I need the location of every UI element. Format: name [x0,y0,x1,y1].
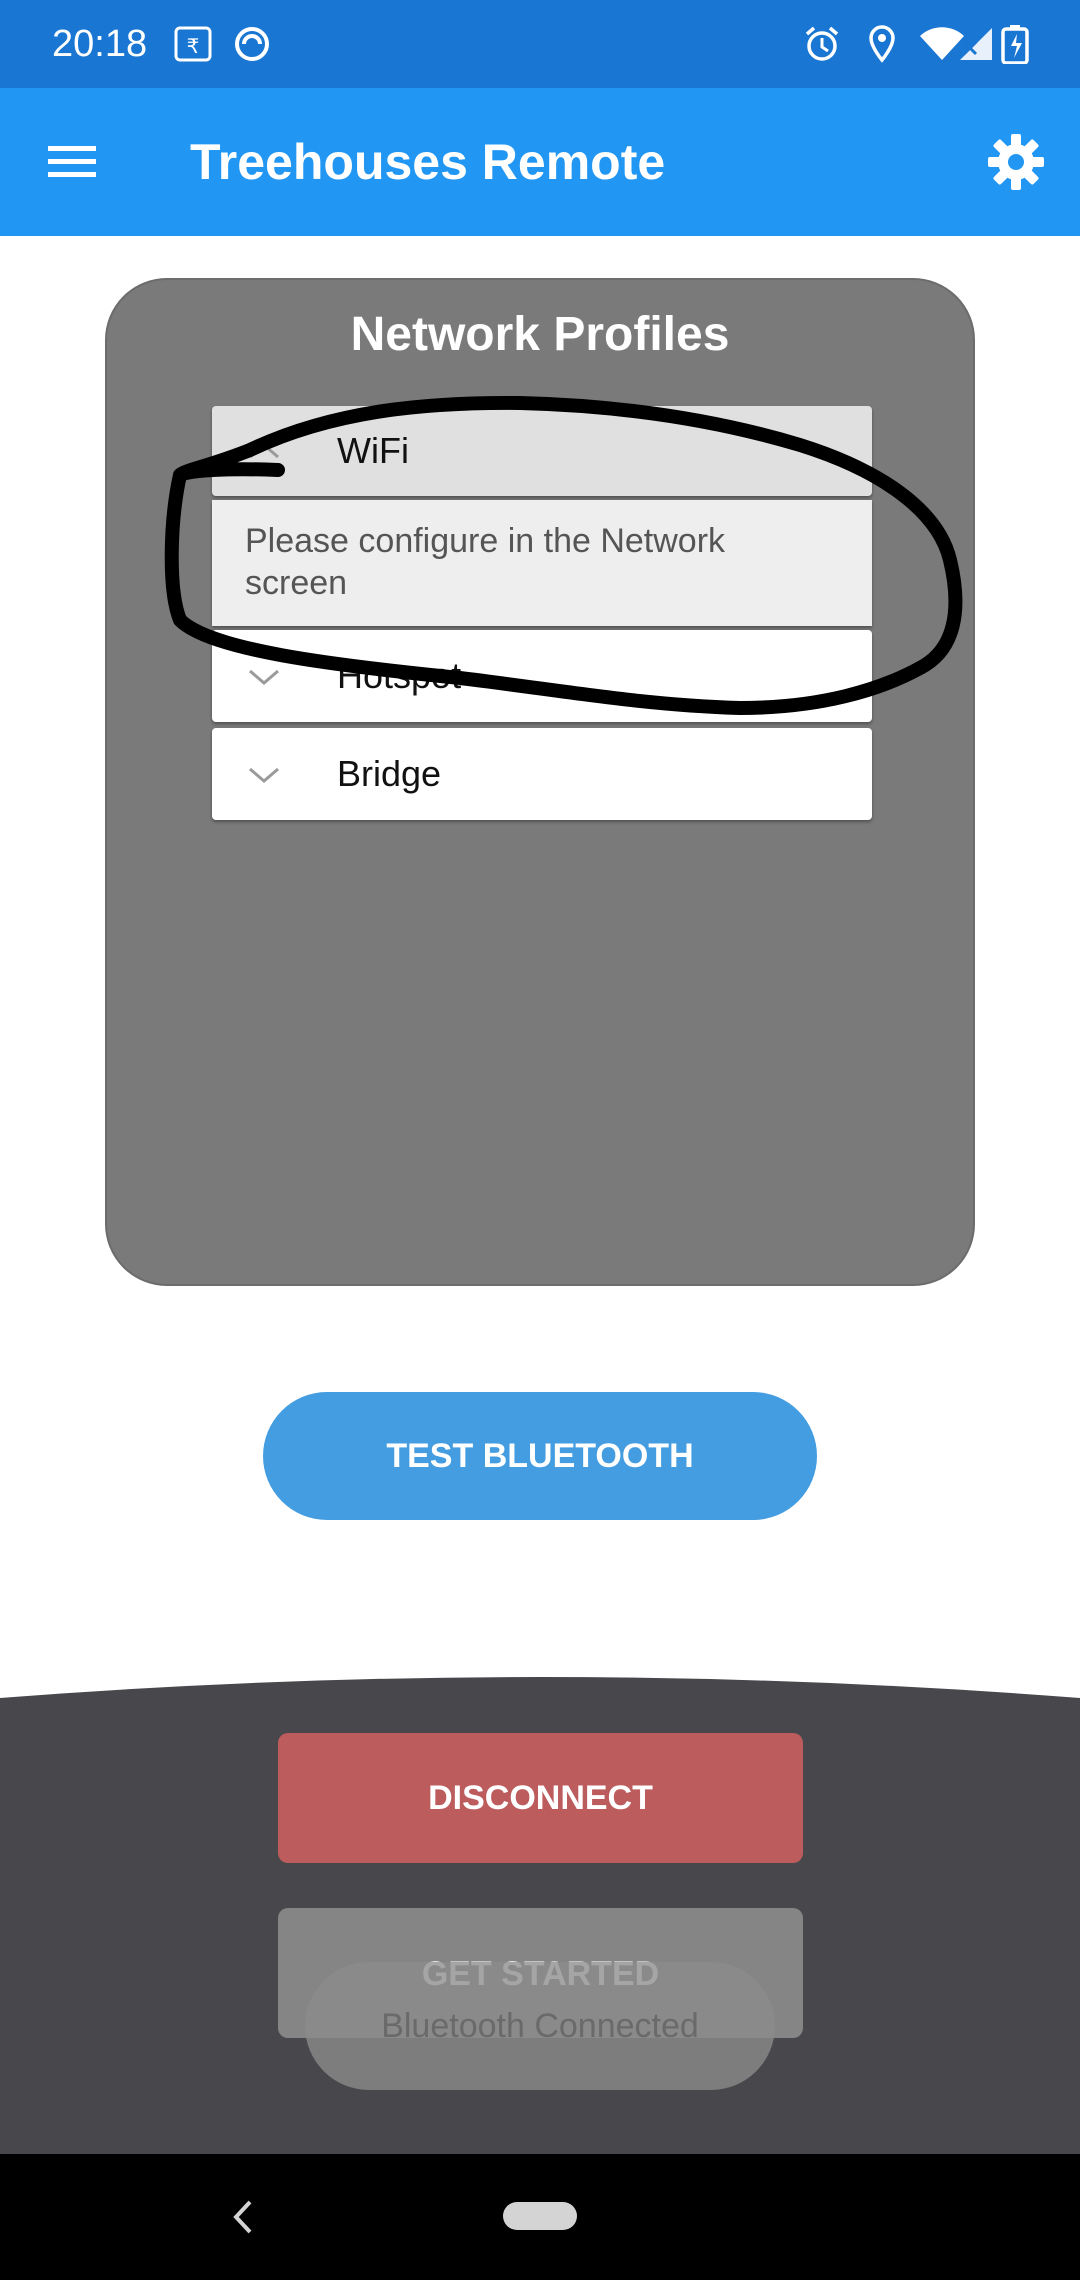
chevron-down-icon [249,669,279,685]
app-bar: Treehouses Remote [0,88,1080,236]
test-bluetooth-button[interactable]: TEST BLUETOOTH [263,1392,817,1520]
hamburger-menu-icon[interactable] [36,126,108,198]
profile-label-bridge: Bridge [337,753,442,794]
data-saver-icon [235,27,269,61]
wifi-profile-message-panel: Please configure in the Network screen [212,500,872,626]
chevron-down-icon [249,767,279,783]
screen: 20:18 ₹ Treehouses Remote Network Profil… [0,0,1080,2280]
profile-row-hotspot[interactable]: Hotspot [212,630,872,722]
app-title: Treehouses Remote [190,134,666,190]
card-title: Network Profiles [350,308,730,361]
back-icon[interactable] [222,2192,262,2242]
signal-icon [960,28,992,60]
network-profiles-card: Network Profiles WiFi Please configure i… [105,278,975,1286]
profile-row-wifi[interactable]: WiFi [212,406,872,496]
rupee-icon: ₹ [174,26,212,62]
system-nav-bar [0,2154,1080,2280]
gear-icon[interactable] [980,126,1052,198]
profile-label-hotspot: Hotspot [337,655,462,696]
chevron-up-icon [249,443,279,459]
toast-message: Bluetooth Connected [305,1962,775,2090]
home-pill[interactable] [503,2202,577,2230]
battery-charging-icon [1001,25,1029,64]
profile-row-bridge[interactable]: Bridge [212,728,872,820]
disconnect-button[interactable]: DISCONNECT [278,1733,803,1863]
alarm-icon [805,26,839,61]
wifi-profile-message: Please configure in the Network screen [245,522,726,602]
status-bar: 20:18 ₹ [0,0,1080,88]
status-time: 20:18 [52,23,148,65]
location-icon [869,25,895,63]
profile-label-wifi: WiFi [337,430,409,471]
svg-text:₹: ₹ [187,34,200,58]
